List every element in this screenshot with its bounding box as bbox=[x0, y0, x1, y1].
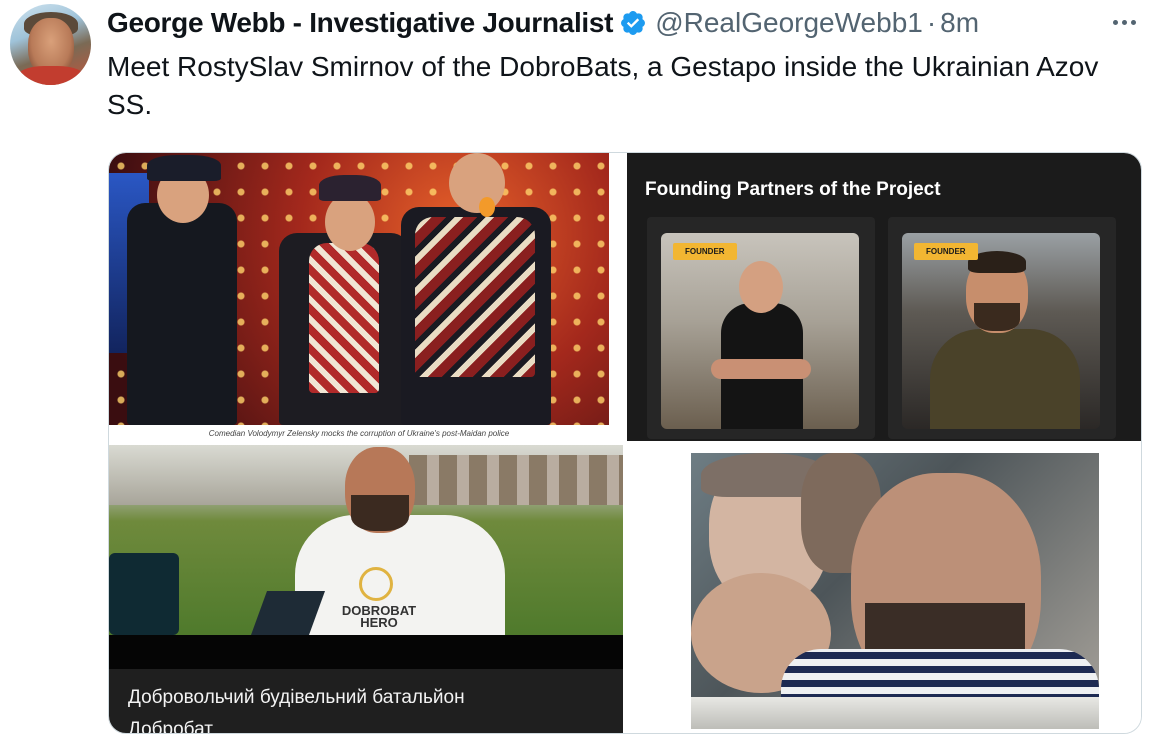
stage-caption: Comedian Volodymyr Zelensky mocks the co… bbox=[208, 429, 510, 438]
police-figure bbox=[127, 203, 237, 425]
video-still-photo bbox=[691, 453, 1099, 729]
shirt-text-line2: HERO bbox=[360, 615, 398, 630]
founder-photo: FOUNDER bbox=[902, 233, 1100, 429]
media-image-stage[interactable]: Comedian Volodymyr Zelensky mocks the co… bbox=[109, 153, 629, 445]
founder-badge: FOUNDER bbox=[673, 243, 737, 260]
center-cap bbox=[319, 175, 381, 201]
police-cap bbox=[147, 155, 221, 181]
dobrobat-photo: DOBROBAT HERO bbox=[109, 445, 623, 635]
author-avatar[interactable] bbox=[10, 4, 91, 85]
right-head bbox=[449, 153, 505, 213]
dobrobat-caption: Добровольчий будівельний батальйон bbox=[128, 687, 465, 708]
founder-badge: FOUNDER bbox=[914, 243, 978, 260]
author-name[interactable]: George Webb - Investigative Journalist bbox=[107, 7, 614, 39]
tweet-timestamp[interactable]: 8m bbox=[940, 7, 979, 39]
right-vest bbox=[415, 217, 535, 377]
media-grid[interactable]: Comedian Volodymyr Zelensky mocks the co… bbox=[108, 152, 1142, 734]
center-head bbox=[325, 193, 375, 251]
media-image-founders[interactable]: Founding Partners of the Project FOUNDER… bbox=[627, 153, 1141, 441]
microphone bbox=[479, 197, 495, 217]
tweet-text: Meet RostySlav Smirnov of the DobroBats,… bbox=[107, 51, 1099, 120]
media-image-video-still[interactable] bbox=[623, 445, 1141, 733]
tweet-header: George Webb - Investigative Journalist @… bbox=[107, 4, 979, 42]
video-bar bbox=[109, 635, 623, 669]
founder-photo: FOUNDER bbox=[661, 233, 859, 429]
embroidered-vest bbox=[309, 243, 379, 393]
dobrobat-caption-line2: Добробат bbox=[128, 719, 213, 734]
founders-title: Founding Partners of the Project bbox=[645, 179, 941, 200]
author-handle[interactable]: @RealGeorgeWebb1 bbox=[655, 7, 923, 39]
founder-card: FOUNDER bbox=[647, 217, 875, 439]
avatar-shirt bbox=[16, 66, 86, 85]
stage-photo bbox=[109, 153, 609, 425]
header-separator: · bbox=[926, 7, 937, 38]
founder-card: FOUNDER bbox=[888, 217, 1116, 439]
verified-badge-icon[interactable] bbox=[619, 9, 647, 37]
media-image-dobrobat[interactable]: DOBROBAT HERO Добровольчий будівельний б… bbox=[109, 445, 623, 734]
more-options-icon[interactable] bbox=[1108, 8, 1140, 36]
